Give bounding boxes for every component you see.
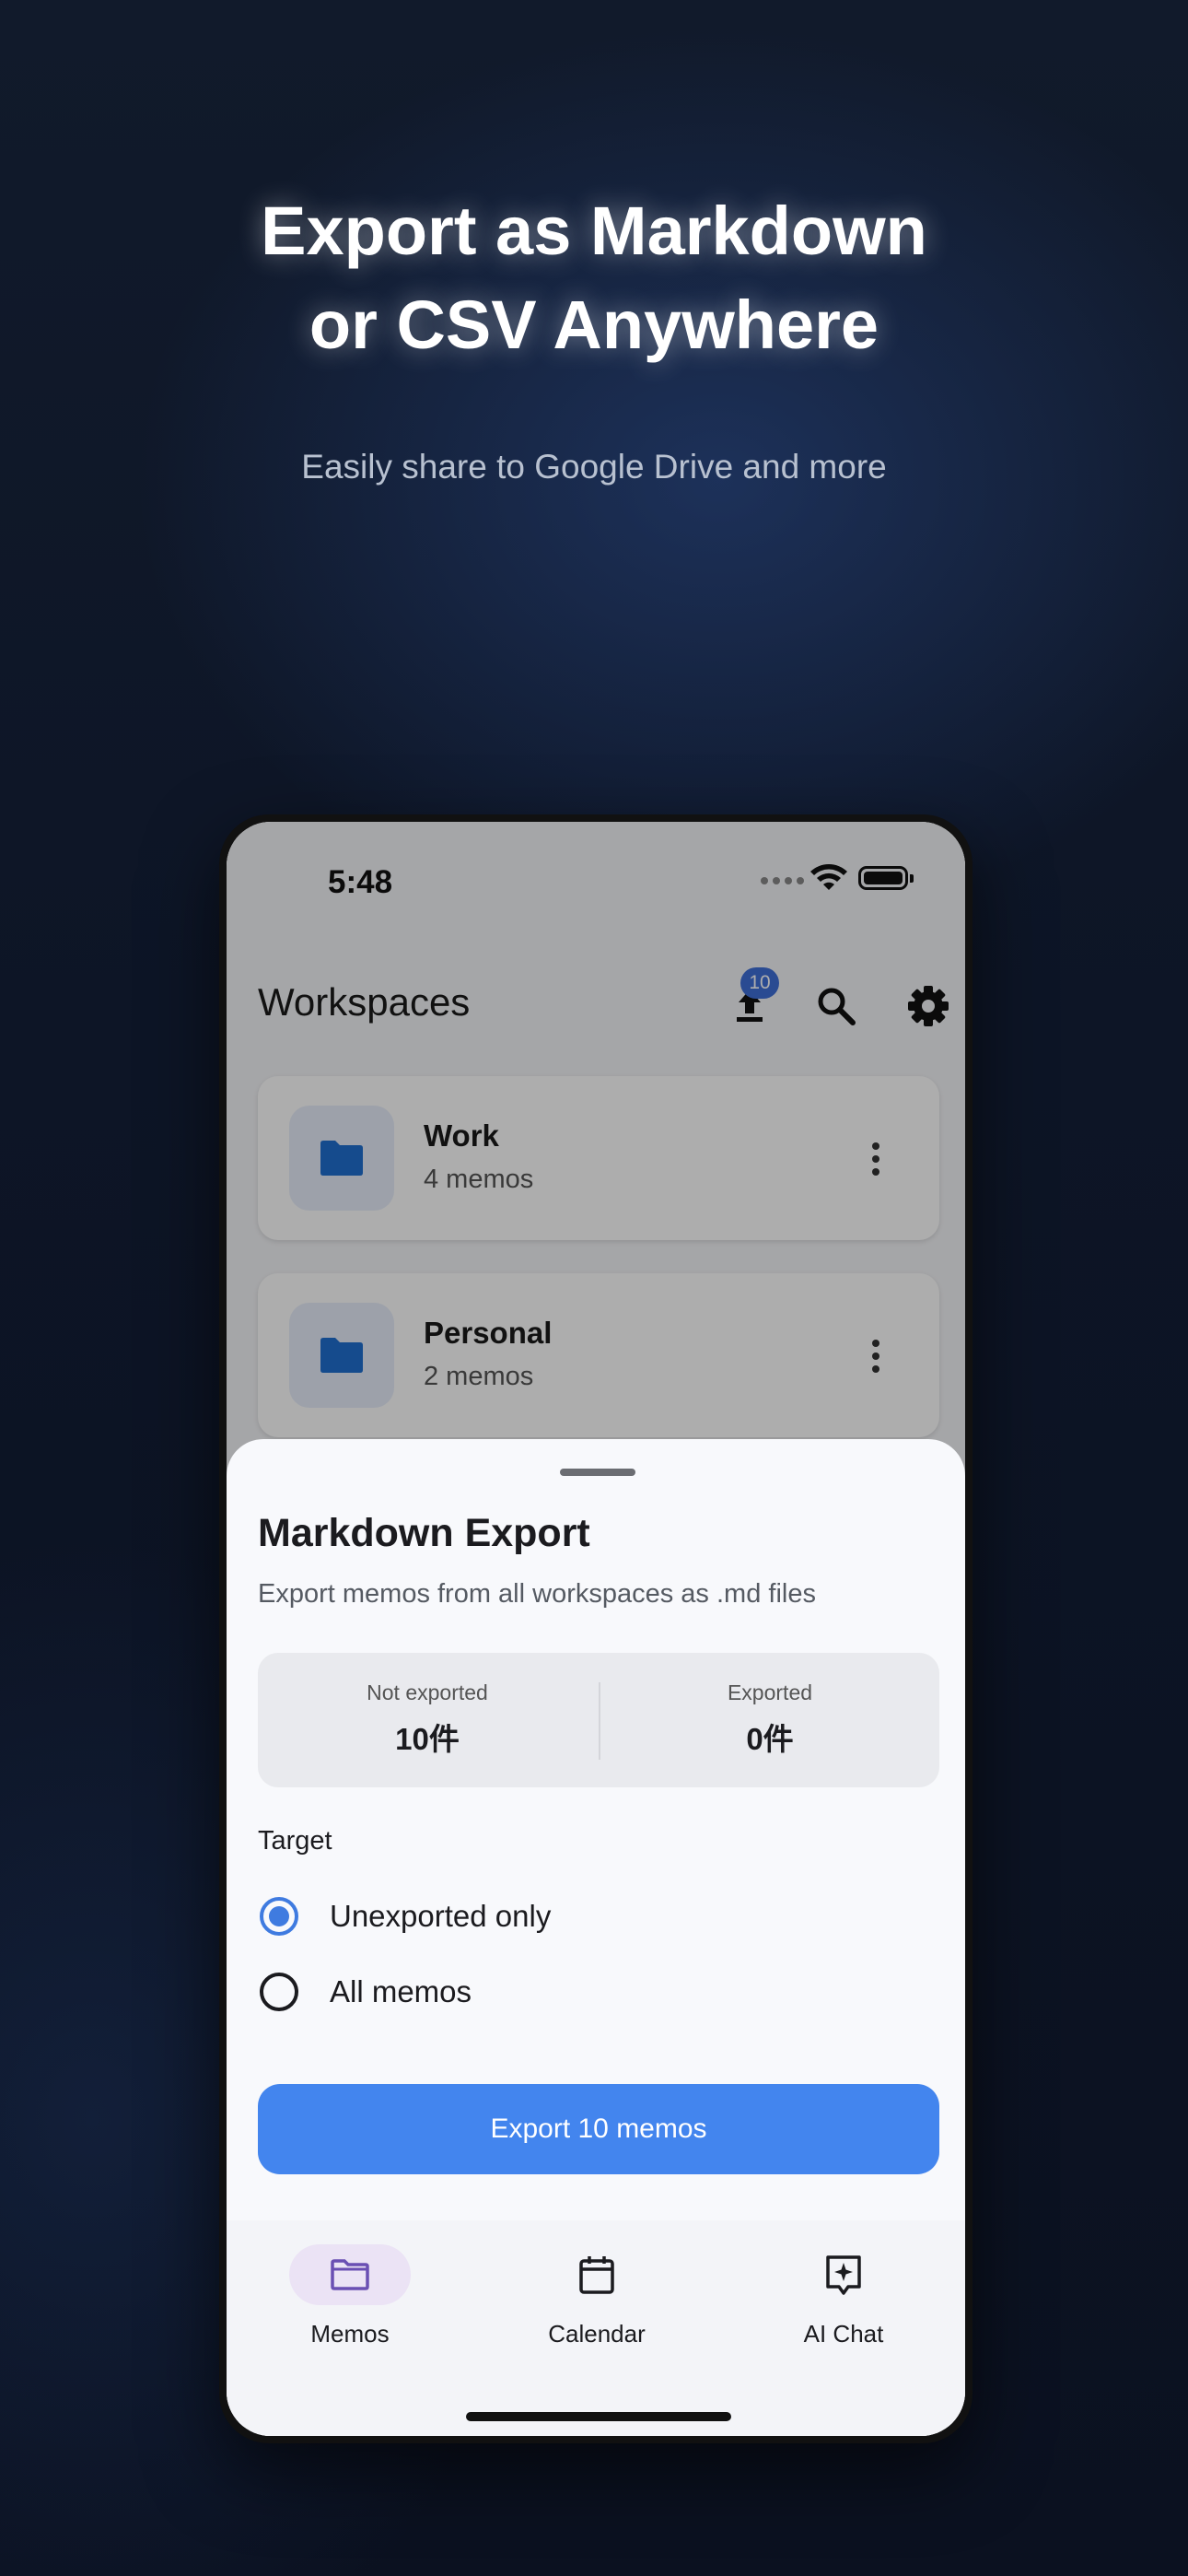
- nav-label: Calendar: [548, 2320, 646, 2348]
- home-indicator[interactable]: [466, 2412, 731, 2421]
- option-label: Unexported only: [330, 1899, 552, 1933]
- option-unexported-only[interactable]: Unexported only: [260, 1889, 551, 1944]
- nav-icon-container: [536, 2244, 658, 2305]
- export-button[interactable]: Export 10 memos: [258, 2084, 939, 2174]
- stat-divider: [599, 1682, 600, 1760]
- export-stats-panel: Not exported 10件 Exported 0件: [258, 1653, 939, 1787]
- bottom-navigation: Memos Calendar AI Chat: [227, 2220, 965, 2436]
- nav-item-memos[interactable]: Memos: [258, 2244, 442, 2348]
- sheet-description: Export memos from all workspaces as .md …: [258, 1579, 816, 1609]
- stat-label: Exported: [727, 1680, 813, 1704]
- promo-headline: Export as Markdown or CSV Anywhere: [0, 184, 1188, 372]
- folder-icon: [331, 2259, 369, 2290]
- export-bottom-sheet: Markdown Export Export memos from all wo…: [227, 1439, 965, 2436]
- nav-active-indicator: [289, 2244, 411, 2305]
- nav-item-ai-chat[interactable]: AI Chat: [751, 2244, 936, 2348]
- stat-not-exported: Not exported 10件: [271, 1680, 584, 1759]
- nav-item-calendar[interactable]: Calendar: [505, 2244, 689, 2348]
- radio-selected-icon[interactable]: [260, 1897, 298, 1936]
- headline-line-1: Export as Markdown: [261, 193, 927, 269]
- nav-icon-container: [783, 2244, 904, 2305]
- nav-label: Memos: [310, 2320, 390, 2348]
- nav-label: AI Chat: [803, 2320, 884, 2348]
- sheet-drag-handle[interactable]: [560, 1469, 635, 1476]
- target-label: Target: [258, 1826, 332, 1856]
- headline-line-2: or CSV Anywhere: [309, 287, 879, 363]
- option-label: All memos: [330, 1974, 472, 2008]
- stat-label: Not exported: [367, 1680, 488, 1704]
- stat-exported: Exported 0件: [613, 1680, 926, 1759]
- calendar-icon: [579, 2256, 614, 2294]
- sheet-title: Markdown Export: [258, 1511, 590, 1555]
- phone-frame: 5:48 Workspaces 10 Work 4 memos Personal…: [219, 814, 973, 2443]
- radio-unselected-icon[interactable]: [260, 1973, 298, 2011]
- option-all-memos[interactable]: All memos: [260, 1964, 472, 2020]
- stat-value: 0件: [746, 1722, 794, 1756]
- promo-subline: Easily share to Google Drive and more: [301, 448, 887, 486]
- stat-value: 10件: [395, 1722, 460, 1756]
- ai-chat-icon: [826, 2255, 861, 2295]
- modal-scrim[interactable]: [227, 822, 965, 1485]
- phone-screen: 5:48 Workspaces 10 Work 4 memos Personal…: [227, 822, 965, 2436]
